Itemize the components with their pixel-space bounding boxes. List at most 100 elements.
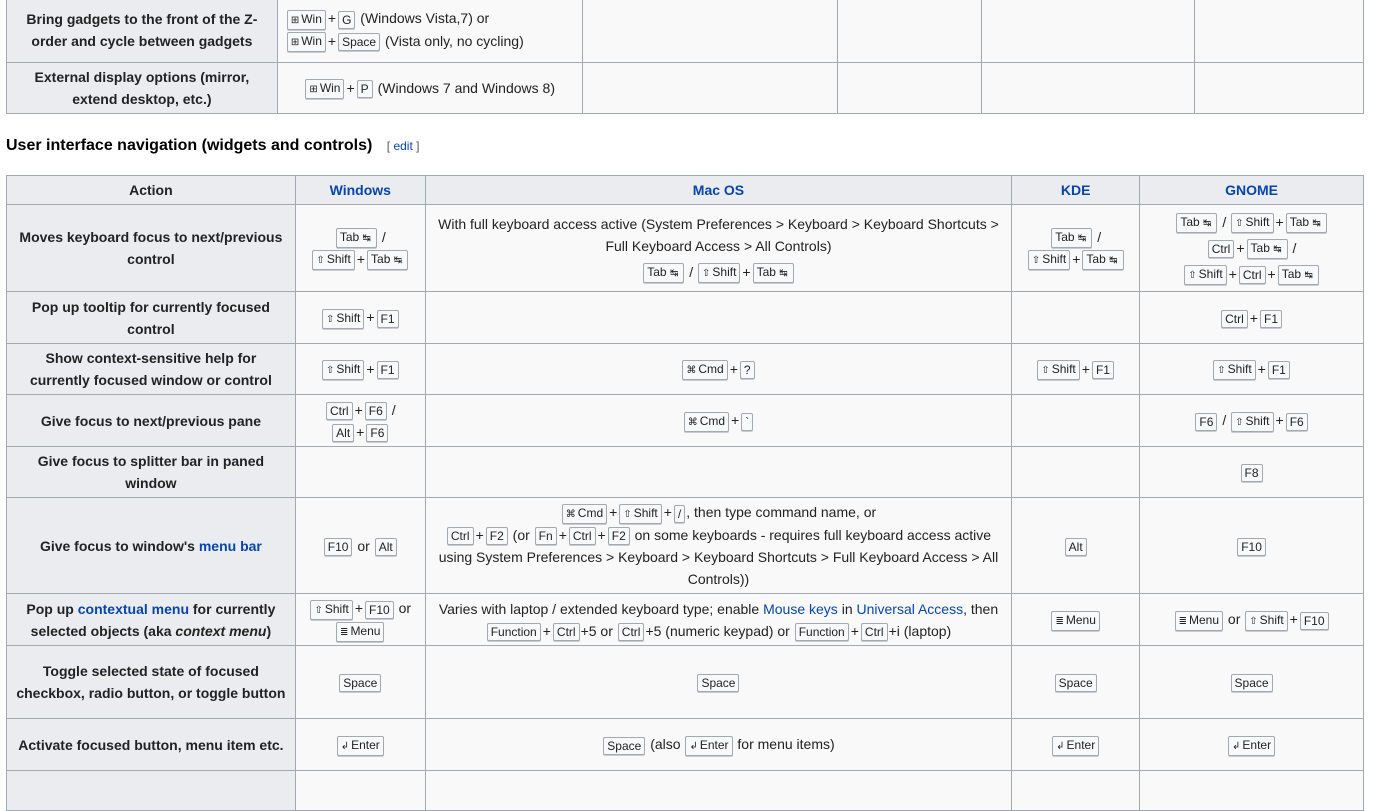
f1-key: F1 bbox=[376, 361, 399, 380]
action-cell: Give focus to next/previous pane bbox=[6, 394, 296, 447]
space-key: Space bbox=[697, 674, 740, 693]
menu-key: ≣ Menu bbox=[1051, 610, 1100, 631]
tab-icon: ↹ bbox=[1077, 233, 1087, 244]
shift-key: ⇧ Shift bbox=[1213, 360, 1256, 381]
table-row: Toggle selected state of focused checkbo… bbox=[6, 645, 1364, 719]
windows-cell: Space bbox=[294, 645, 426, 719]
windows-cell: Ctrl + F6 / Alt + F6 bbox=[294, 394, 426, 447]
menu-icon: ≣ bbox=[340, 626, 349, 638]
win-key: ⊞ Win bbox=[305, 79, 345, 100]
function-key: Function bbox=[486, 622, 541, 641]
windows-cell: F10 or Alt bbox=[294, 497, 426, 594]
table-row: Give focus to splitter bar in paned wind… bbox=[6, 446, 1364, 498]
shift-key: ⇧ Shift bbox=[1027, 250, 1071, 271]
kde-cell bbox=[1011, 291, 1141, 344]
tab-icon: ↹ bbox=[1109, 255, 1118, 267]
tab-key: Tab ↹ bbox=[335, 228, 377, 248]
kde-cell bbox=[1011, 770, 1141, 811]
action-cell: Show context-sensitive help for currentl… bbox=[6, 343, 296, 395]
gnome-cell bbox=[1139, 770, 1364, 811]
cmd-key: ⌘ Cmd bbox=[561, 503, 608, 524]
shift-icon: ⇧ bbox=[325, 313, 335, 325]
tab-icon: ↹ bbox=[393, 255, 403, 267]
gnome-cell bbox=[981, 0, 1196, 63]
space-key: Space bbox=[603, 736, 646, 755]
header-mac-os[interactable]: Mac OS bbox=[424, 175, 1013, 205]
shift-key: ⇧ Shift bbox=[619, 503, 662, 524]
gnome-cell: ⇧ Shift + F1 bbox=[1139, 343, 1364, 395]
gnome-cell: ↲ Enter bbox=[1139, 718, 1364, 771]
action-cell: Give focus to window's menu bar bbox=[6, 497, 296, 594]
f6-key: F6 bbox=[1285, 412, 1308, 431]
tab-key: Tab ↹ bbox=[752, 263, 794, 284]
windows-cell: ⊞ Win + G (Windows Vista,7) or ⊞ Win + Space (… bbox=[276, 0, 583, 63]
enter-icon: ↲ bbox=[1232, 740, 1241, 752]
gnome-cell: F10 bbox=[1139, 497, 1364, 594]
header-kde[interactable]: KDE bbox=[1011, 175, 1141, 205]
gnome-cell: ≣ Menu or ⇧ Shift + F10 bbox=[1139, 593, 1364, 646]
kde-cell: Alt bbox=[1011, 497, 1141, 594]
table-row: Give focus to next/previous pane Ctrl + F6… bbox=[6, 394, 1364, 447]
gnome-cell: F6 / ⇧ Shift + F6 bbox=[1139, 394, 1364, 447]
action-cell: Bring gadgets to the front of the Z-orde… bbox=[6, 0, 278, 63]
f1-key: F1 bbox=[1259, 309, 1282, 328]
f1-key: F1 bbox=[376, 309, 399, 328]
mac-cell: With full keyboard access active (System… bbox=[424, 204, 1013, 292]
p-key: P bbox=[356, 80, 373, 99]
tab-icon: ↹ bbox=[1273, 244, 1282, 256]
ctrl-key: Ctrl bbox=[568, 526, 596, 545]
section-heading: User interface navigation (widgets and c… bbox=[6, 137, 419, 155]
header-windows[interactable]: Windows bbox=[294, 175, 426, 205]
win-key: ⊞ Win bbox=[286, 31, 326, 52]
edit-link[interactable]: edit bbox=[393, 139, 412, 153]
mac-cell: ⌘ Cmd + ⇧ Shift + /, then type command name, o… bbox=[424, 497, 1013, 594]
kde-cell bbox=[1011, 446, 1141, 498]
header-gnome[interactable]: GNOME bbox=[1139, 175, 1364, 205]
shift-icon: ⇧ bbox=[623, 508, 632, 520]
gnome-cell: Tab ↹ / ⇧ Shift + Tab ↹ Ctrl + Tab ↹ / ⇧ Shift… bbox=[1139, 204, 1364, 292]
shift-key: ⇧ Shift bbox=[1245, 610, 1288, 631]
shift-icon: ⇧ bbox=[702, 268, 711, 280]
slash-key: / bbox=[673, 504, 686, 523]
mac-cell: Space (also ↲ Enter for menu items) bbox=[424, 718, 1013, 771]
windows-cell bbox=[294, 446, 426, 498]
kde-cell: ⇧ Shift + F1 bbox=[1011, 343, 1141, 395]
shift-key: ⇧ Shift bbox=[1184, 265, 1227, 286]
shift-key: ⇧ Shift bbox=[698, 263, 741, 284]
menu-bar-link[interactable]: menu bar bbox=[199, 538, 262, 554]
header-action: Action bbox=[6, 175, 296, 205]
kde-cell: Space bbox=[1011, 645, 1141, 719]
gnome-cell: F8 bbox=[1139, 446, 1364, 498]
note: (Vista only, no cycling) bbox=[384, 32, 524, 49]
space-key: Space bbox=[1230, 674, 1273, 693]
table-row: Moves keyboard focus to next/previous co… bbox=[6, 204, 1364, 292]
mac-cell bbox=[424, 770, 1013, 811]
shift-icon: ⇧ bbox=[1249, 615, 1258, 627]
gnome-cell bbox=[981, 62, 1196, 114]
windows-logo-icon: ⊞ bbox=[309, 84, 318, 96]
tab-icon: ↹ bbox=[1203, 218, 1212, 230]
mouse-keys-link[interactable]: Mouse keys bbox=[763, 601, 838, 617]
note: (Windows 7 and Windows 8) bbox=[377, 79, 555, 96]
windows-cell: ⊞ Win + P (Windows 7 and Windows 8) bbox=[276, 62, 583, 114]
kde-cell: ≣ Menu bbox=[1011, 593, 1141, 646]
windows-logo-icon: ⊞ bbox=[290, 36, 300, 48]
action-cell: Activate focused button, menu item etc. bbox=[6, 718, 296, 771]
tab-key: Tab ↹ bbox=[1051, 228, 1093, 248]
space-key: Space bbox=[339, 674, 382, 693]
tab-icon: ↹ bbox=[669, 268, 679, 280]
f2-key: F2 bbox=[607, 526, 630, 545]
enter-key: ↲ Enter bbox=[1052, 735, 1100, 756]
shift-icon: ⇧ bbox=[1188, 270, 1197, 282]
enter-icon: ↲ bbox=[689, 740, 698, 752]
action-cell: Toggle selected state of focused checkbo… bbox=[6, 645, 296, 719]
contextual-menu-link[interactable]: contextual menu bbox=[78, 601, 189, 617]
shift-icon: ⇧ bbox=[1235, 416, 1244, 428]
tab-key: Tab ↹ bbox=[1176, 213, 1218, 234]
shift-icon: ⇧ bbox=[316, 255, 325, 267]
f10-key: F10 bbox=[1299, 611, 1329, 630]
table-row bbox=[6, 770, 1364, 811]
universal-access-link[interactable]: Universal Access bbox=[857, 601, 964, 617]
shift-key: ⇧ Shift bbox=[321, 308, 365, 329]
ui-navigation-table: Action Windows Mac OS KDE GNOME Moves ke… bbox=[6, 175, 1364, 811]
